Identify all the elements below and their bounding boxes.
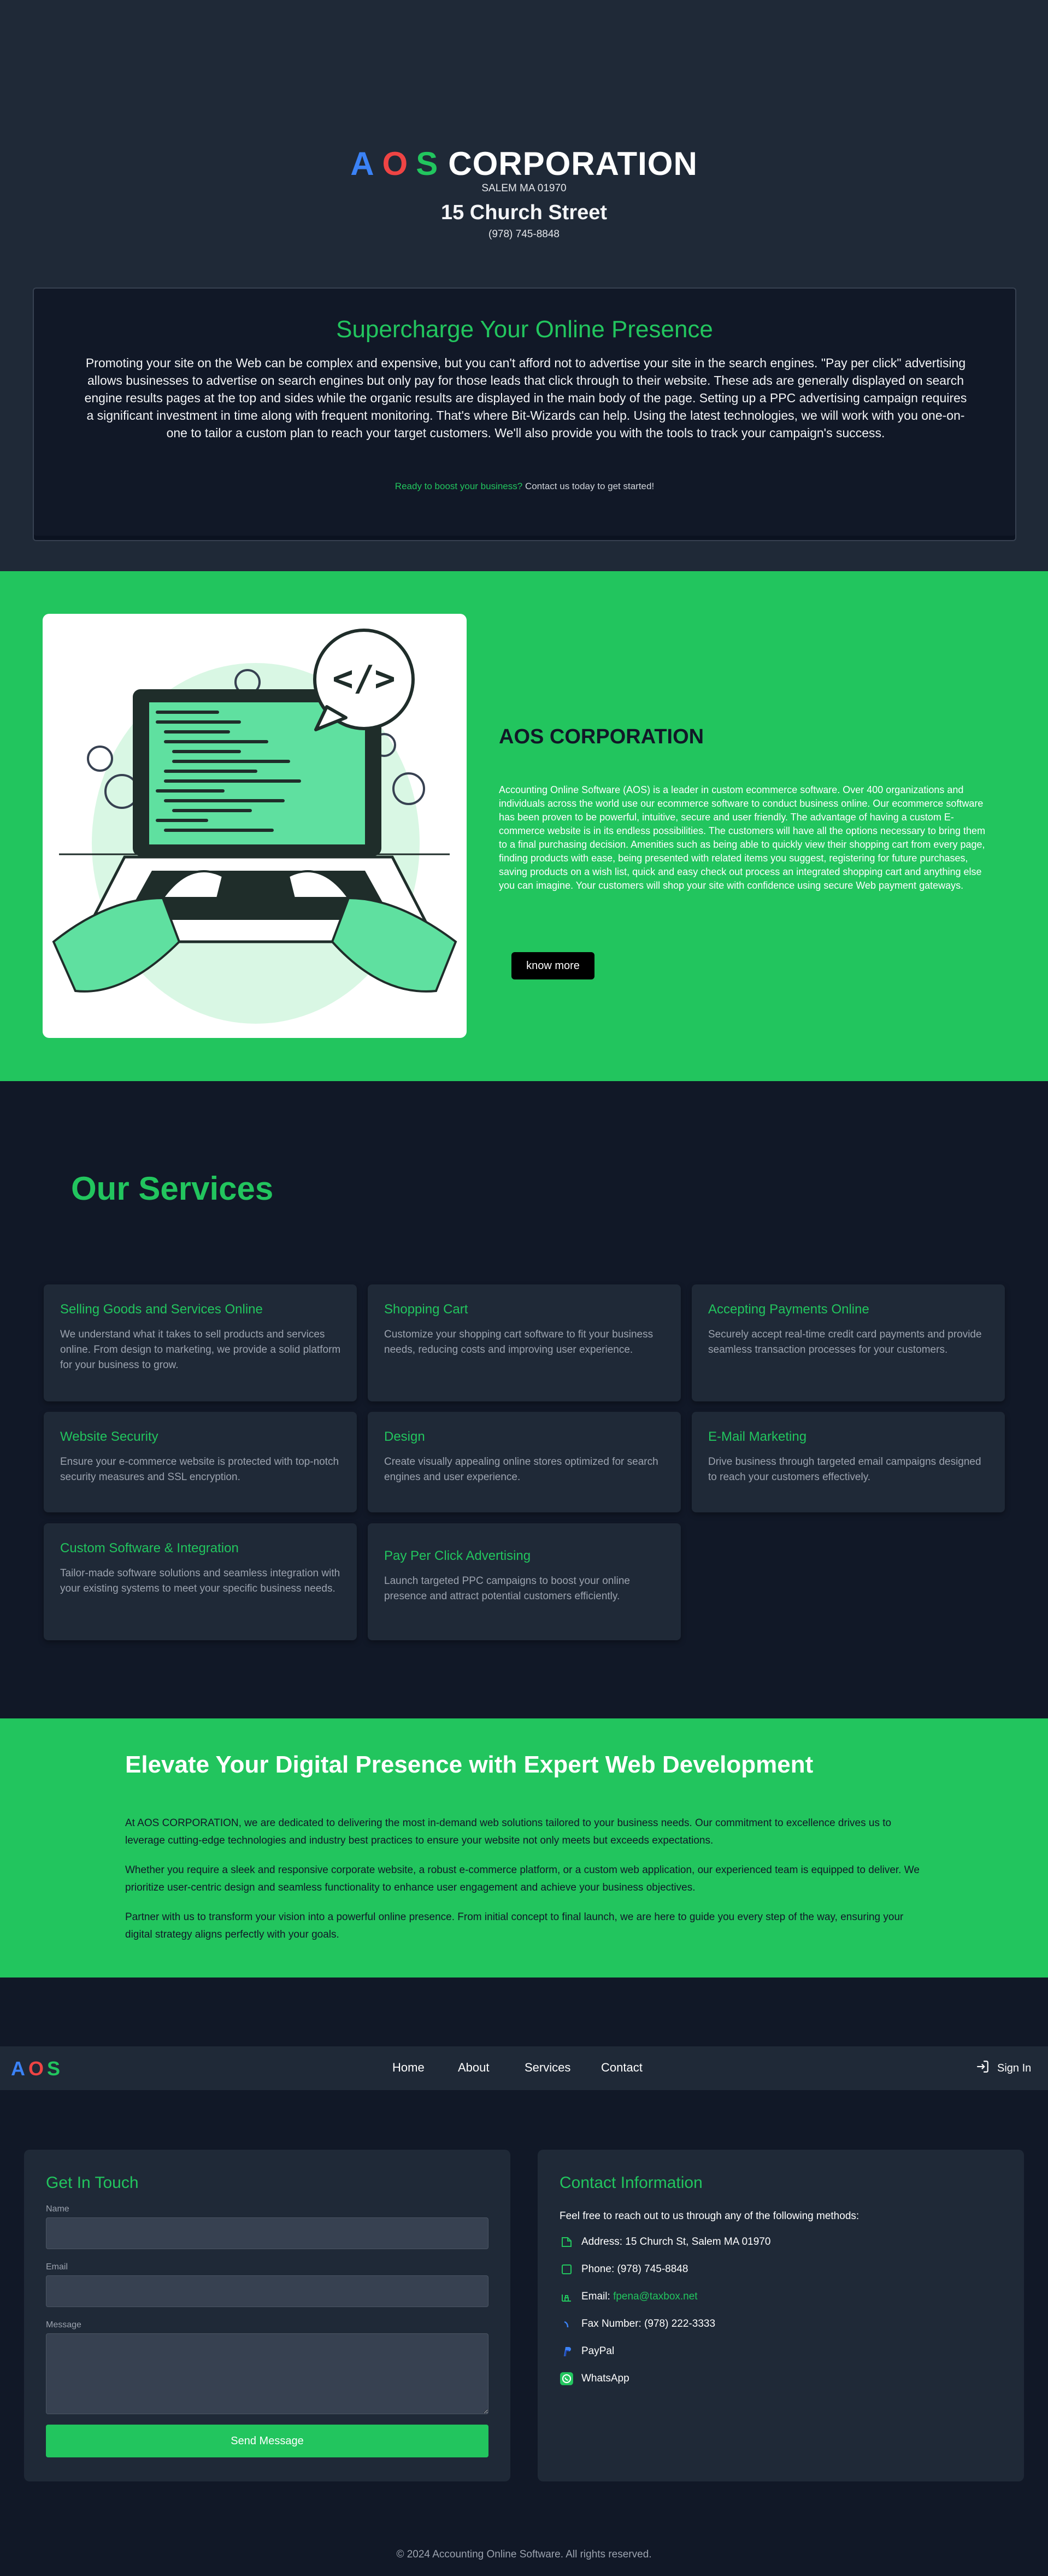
contact-email-label: Email:	[581, 2291, 614, 2302]
contact-address-row: Address: 15 Church St, Salem MA 01970	[560, 2235, 770, 2249]
brand-letter-s: S	[416, 145, 439, 182]
promo-cta-rest: Contact us today to get started!	[522, 481, 655, 491]
service-title: Custom Software & Integration	[60, 1541, 239, 1556]
form-title: Get In Touch	[46, 2174, 139, 2192]
nav-logo[interactable]: AOS	[11, 2057, 63, 2080]
email-icon	[560, 2290, 574, 2304]
know-more-button[interactable]: know more	[511, 952, 594, 979]
illustration-svg: </>	[52, 629, 457, 1024]
nav-logo-o: O	[28, 2057, 48, 2080]
name-field[interactable]	[46, 2217, 488, 2249]
service-card: Shopping Cart Customize your shopping ca…	[368, 1284, 681, 1401]
service-card: Selling Goods and Services Online We und…	[44, 1284, 357, 1401]
map-icon	[560, 2235, 574, 2249]
contact-title: Contact Information	[560, 2174, 703, 2192]
service-title: Shopping Cart	[384, 1302, 468, 1317]
laptop-coding-illustration: </>	[43, 614, 467, 1038]
contact-phone-row: Phone: (978) 745-8848	[560, 2262, 688, 2276]
nav-link-about[interactable]: About	[458, 2061, 490, 2075]
message-field[interactable]	[46, 2333, 488, 2414]
service-desc: We understand what it takes to sell prod…	[60, 1329, 341, 1371]
contact-fax-row: Fax Number: (978) 222-3333	[560, 2317, 715, 2331]
service-title: Pay Per Click Advertising	[384, 1548, 531, 1563]
service-desc: Launch targeted PPC campaigns to boost y…	[384, 1575, 630, 1602]
service-title: Design	[384, 1429, 425, 1444]
promo-title: Supercharge Your Online Presence	[336, 316, 713, 343]
about-title: AOS CORPORATION	[499, 725, 704, 748]
elevate-paragraph: Whether you require a sleek and responsi…	[125, 1864, 920, 1893]
promo-cta: Ready to boost your business? Contact us…	[34, 481, 1015, 492]
contact-email-text: Email: fpena@taxbox.net	[581, 2291, 698, 2303]
name-label: Name	[46, 2204, 69, 2214]
email-label: Email	[46, 2262, 68, 2272]
footer-copyright: © 2024 Accounting Online Software. All r…	[396, 2549, 652, 2560]
nav-link-home[interactable]: Home	[392, 2061, 425, 2075]
service-desc: Ensure your e-commerce website is protec…	[60, 1456, 339, 1483]
service-title: E-Mail Marketing	[708, 1429, 807, 1444]
sign-in-link[interactable]: Sign In	[975, 2059, 1031, 2077]
brand-letter-o: O	[382, 145, 409, 182]
sign-in-icon	[975, 2059, 990, 2077]
contact-paypal: PayPal	[581, 2345, 615, 2357]
hero-phone: (978) 745-8848	[488, 228, 560, 240]
hero-street: 15 Church Street	[440, 201, 608, 224]
about-body: Accounting Online Software (AOS) is a le…	[499, 784, 986, 891]
elevate-paragraph: At AOS CORPORATION, we are dedicated to …	[125, 1817, 892, 1846]
contact-whatsapp: WhatsApp	[581, 2373, 629, 2384]
contact-whatsapp-row[interactable]: WhatsApp	[560, 2372, 629, 2386]
contact-fax: Fax Number: (978) 222-3333	[581, 2318, 716, 2329]
service-title: Accepting Payments Online	[708, 1302, 869, 1317]
bottom-navbar: AOS Home About Services Contact Sign In	[0, 2046, 1048, 2090]
nav-link-services[interactable]: Services	[525, 2061, 570, 2075]
hero-section: A O S CORPORATION SALEM MA 01970 15 Church …	[0, 0, 1048, 571]
elevate-paragraph: Partner with us to transform your vision…	[125, 1911, 904, 1940]
contact-paypal-row[interactable]: PayPal	[560, 2344, 614, 2358]
nav-logo-a: A	[11, 2057, 28, 2080]
send-message-button[interactable]: Send Message	[46, 2425, 488, 2457]
contact-email-link[interactable]: fpena@taxbox.net	[613, 2291, 698, 2302]
elevate-section: Elevate Your Digital Presence with Exper…	[0, 1718, 1048, 1978]
sign-in-label: Sign In	[997, 2062, 1032, 2074]
email-field[interactable]	[46, 2275, 488, 2307]
service-card: Pay Per Click Advertising Launch targete…	[368, 1523, 681, 1640]
contact-info-panel: Contact Information Feel free to reach o…	[538, 2150, 1024, 2481]
service-desc: Customize your shopping cart software to…	[384, 1329, 653, 1356]
brand-word: CORPORATION	[448, 145, 698, 182]
service-card: Custom Software & Integration Tailor-mad…	[44, 1523, 357, 1640]
promo-card: Supercharge Your Online Presence Promoti…	[33, 287, 1016, 541]
services-title: Our Services	[71, 1170, 274, 1207]
service-desc: Drive business through targeted email ca…	[708, 1456, 981, 1483]
contact-intro: Feel free to reach out to us through any…	[560, 2210, 859, 2222]
service-title: Selling Goods and Services Online	[60, 1302, 263, 1317]
whatsapp-icon	[560, 2372, 574, 2386]
service-card: E-Mail Marketing Drive business through …	[692, 1412, 1005, 1512]
contact-address: Address: 15 Church St, Salem MA 01970	[581, 2236, 771, 2248]
service-desc: Create visually appealing online stores …	[384, 1456, 658, 1483]
service-card: Accepting Payments Online Securely accep…	[692, 1284, 1005, 1401]
fax-icon	[560, 2317, 574, 2331]
brand-heading: A O S CORPORATION	[0, 142, 1048, 186]
service-card: Website Security Ensure your e-commerce …	[44, 1412, 357, 1512]
hero-city-line: SALEM MA 01970	[481, 183, 567, 194]
service-desc: Securely accept real-time credit card pa…	[708, 1329, 982, 1356]
contact-email-row: Email: fpena@taxbox.net	[560, 2290, 698, 2304]
message-label: Message	[46, 2320, 81, 2329]
nav-logo-s: S	[47, 2057, 64, 2080]
service-title: Website Security	[60, 1429, 158, 1444]
paypal-icon	[560, 2344, 574, 2358]
promo-body: Promoting your site on the Web can be co…	[84, 356, 967, 440]
promo-cta-highlight: Ready to boost your business?	[395, 481, 523, 491]
illustration-code-glyph: </>	[332, 659, 396, 699]
phone-icon	[560, 2262, 574, 2276]
service-desc: Tailor-made software solutions and seaml…	[60, 1568, 340, 1594]
about-section: </> AOS CORPORATION Accounting Online So…	[0, 571, 1048, 1081]
contact-form-panel: Get In Touch Name Email Message Send Mes…	[24, 2150, 510, 2481]
nav-link-contact[interactable]: Contact	[601, 2061, 643, 2075]
service-card: Design Create visually appealing online …	[368, 1412, 681, 1512]
contact-phone: Phone: (978) 745-8848	[581, 2263, 688, 2275]
brand-letter-a: A	[350, 145, 375, 182]
elevate-title: Elevate Your Digital Presence with Exper…	[125, 1751, 814, 1778]
